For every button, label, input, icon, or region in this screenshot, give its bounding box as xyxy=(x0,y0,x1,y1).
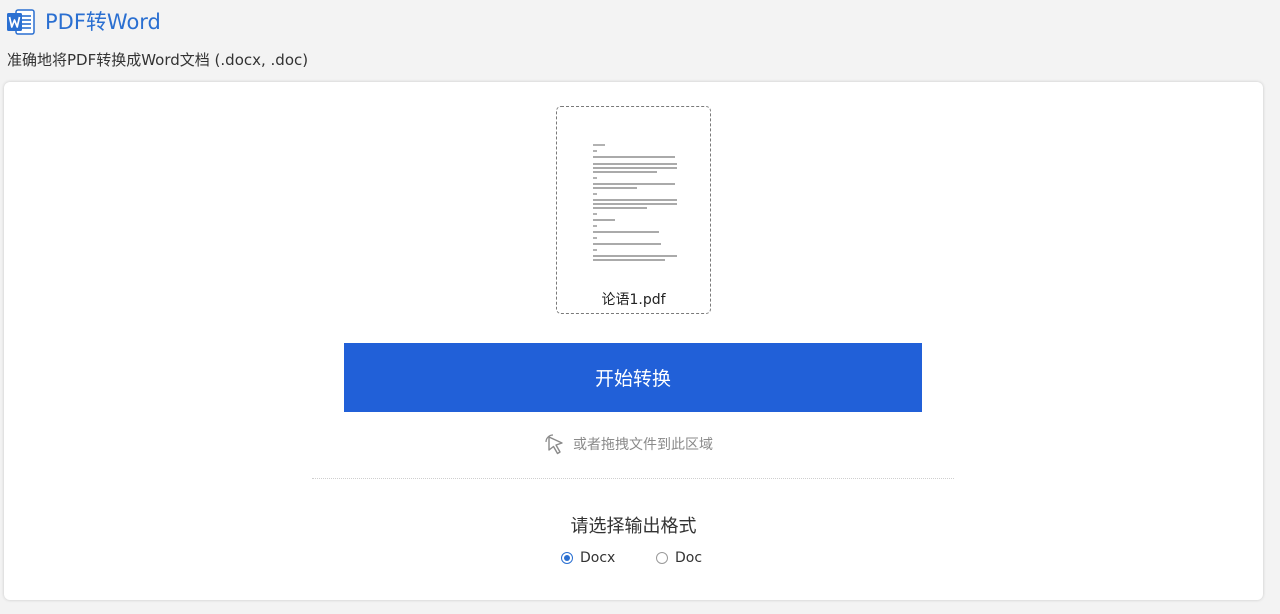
app-header: PDF转Word 准确地将PDF转换成Word文档 (.docx, .doc) xyxy=(0,0,1280,80)
document-thumbnail xyxy=(593,144,677,261)
format-option-doc[interactable]: Doc xyxy=(656,548,702,568)
pointer-click-icon xyxy=(545,434,563,455)
divider xyxy=(312,478,954,479)
word-icon xyxy=(7,9,35,35)
drag-hint-text: 或者拖拽文件到此区域 xyxy=(573,437,713,453)
drag-drop-hint: 或者拖拽文件到此区域 xyxy=(544,432,713,456)
app-subtitle: 准确地将PDF转换成Word文档 (.docx, .doc) xyxy=(7,51,309,69)
app-title: PDF转Word xyxy=(45,10,161,34)
file-name: 论语1.pdf xyxy=(601,292,666,308)
format-option-docx-label: Docx xyxy=(580,550,616,566)
converter-panel: 论语1.pdf 开始转换 或者拖拽文件到此区域 请选择输出格式 Docx Doc xyxy=(4,82,1263,600)
format-option-doc-label: Doc xyxy=(675,550,703,566)
radio-doc[interactable] xyxy=(656,552,668,564)
format-option-docx[interactable]: Docx xyxy=(561,548,615,568)
file-tile[interactable]: 论语1.pdf xyxy=(556,106,711,314)
start-convert-button[interactable]: 开始转换 xyxy=(344,343,922,412)
output-format-title: 请选择输出格式 xyxy=(570,516,697,537)
radio-docx[interactable] xyxy=(561,552,573,564)
